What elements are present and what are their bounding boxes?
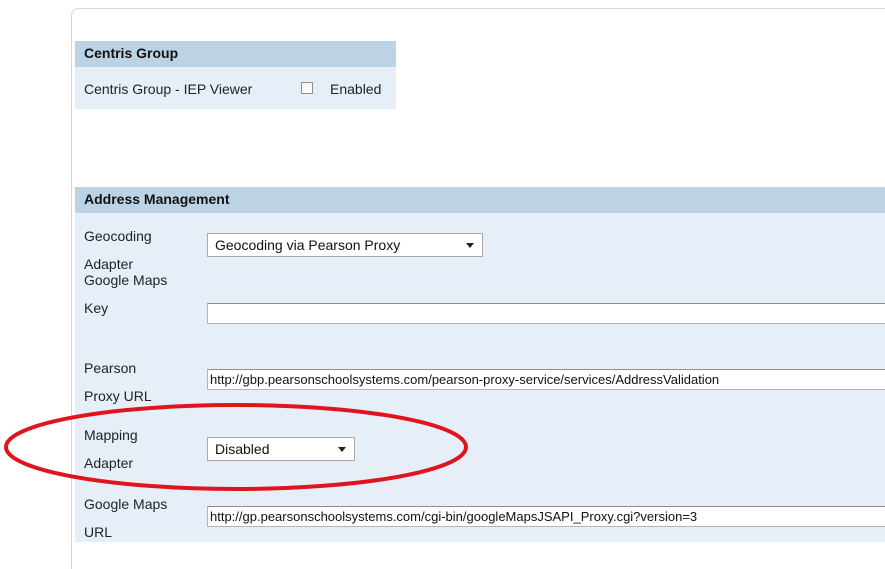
google-maps-url-input[interactable]: http://gp.pearsonschoolsystems.com/cgi-b… [207,506,885,527]
geocoding-adapter-select[interactable]: Geocoding via Pearson Proxy [207,233,483,257]
address-management-header: Address Management [75,187,885,213]
google-maps-key-label-line1: Google Maps [84,272,168,288]
google-maps-key-label-line2: Key [84,300,109,316]
google-maps-key-label: Google Maps Key [84,266,167,322]
google-maps-url-label: Google Maps URL [84,490,167,546]
google-maps-key-input[interactable] [207,303,885,324]
geocoding-adapter-value: Geocoding via Pearson Proxy [215,237,401,253]
mapping-adapter-label: Mapping Adapter [84,421,138,477]
chevron-down-icon [338,447,346,452]
pearson-proxy-url-input[interactable]: http://gbp.pearsonschoolsystems.com/pear… [207,369,885,390]
geocoding-adapter-label-line1: Geocoding [84,228,152,244]
chevron-down-icon [466,243,474,248]
centris-iep-viewer-checkbox[interactable] [301,82,313,94]
mapping-adapter-select[interactable]: Disabled [207,437,355,461]
mapping-adapter-label-line2: Adapter [84,455,134,471]
pearson-proxy-url-label-line2: Proxy URL [84,388,152,404]
mapping-adapter-value: Disabled [215,441,270,457]
centris-iep-viewer-label: Centris Group - IEP Viewer [84,81,253,97]
mapping-adapter-label-line1: Mapping [84,427,138,443]
centris-enabled-label: Enabled [330,81,382,97]
pearson-proxy-url-label-line1: Pearson [84,360,137,376]
pearson-proxy-url-label: Pearson Proxy URL [84,354,152,410]
google-maps-url-label-line1: Google Maps [84,496,168,512]
centris-group-header: Centris Group [75,41,396,67]
